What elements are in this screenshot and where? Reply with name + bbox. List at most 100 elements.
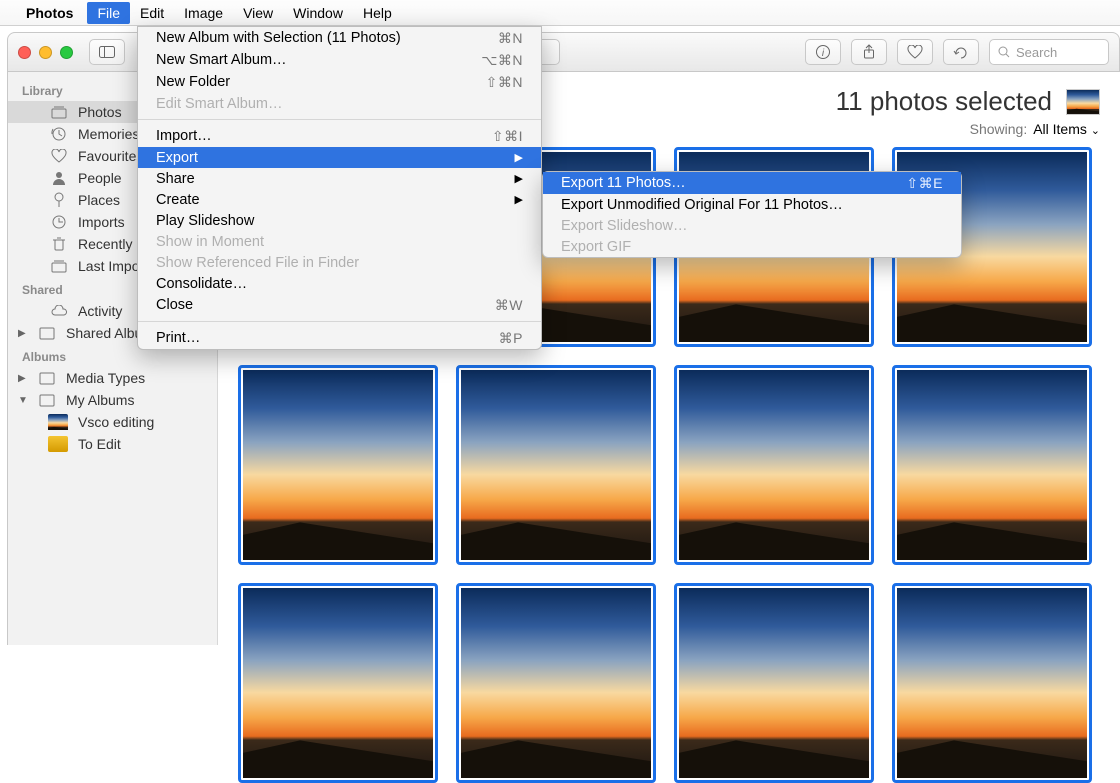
sidebar-item-label: Activity [78,303,122,319]
submenu-arrow-icon: ▶ [515,172,523,185]
menu-item-label: Show Referenced File in Finder [156,255,359,271]
menu-item-export-11-photos[interactable]: Export 11 Photos…⇧⌘E [543,172,961,194]
page-title: 11 photos selected [836,86,1052,117]
sidebar-item-label: Vsco editing [78,414,154,430]
chevron-down-icon: ⌄ [1091,125,1100,137]
menu-item-new-folder[interactable]: New Folder⇧⌘N [138,71,541,93]
showing-filter[interactable]: All Items ⌄ [1033,121,1100,137]
menu-view[interactable]: View [233,2,283,24]
sidebar-item-label: Media Types [66,370,145,386]
menu-item-new-smart-album[interactable]: New Smart Album…⌥⌘N [138,49,541,71]
clock-icon [50,126,68,142]
sidebar-item-my-albums[interactable]: ▼My Albums [8,389,217,411]
person-icon [50,170,68,186]
menu-help[interactable]: Help [353,2,402,24]
selection-thumbnail [1066,89,1100,115]
menu-edit[interactable]: Edit [130,2,174,24]
sidebar-item-media-types[interactable]: ▶Media Types [8,367,217,389]
album-icon [38,371,56,385]
menu-item-show-referenced-file-in-finder: Show Referenced File in Finder [138,252,541,273]
submenu-arrow-icon: ▶ [515,193,523,206]
sidebar-item-label: Imports [78,214,125,230]
svg-text:i: i [822,48,825,59]
album-icon [38,393,56,407]
menu-item-label: Show in Moment [156,234,264,250]
pin-icon [50,192,68,208]
sidebar-item-label: Favourites [78,148,143,164]
window-controls [18,46,73,59]
menu-file[interactable]: File [87,2,130,24]
photo-tile[interactable] [892,365,1092,565]
album-icon [38,326,56,340]
stack2-icon [50,259,68,273]
menu-item-export-gif: Export GIF [543,236,961,257]
info-button[interactable]: i [805,39,841,65]
showing-label: Showing: [970,121,1028,137]
menu-item-export-unmodified-original-for-11-photos[interactable]: Export Unmodified Original For 11 Photos… [543,194,961,215]
sidebar-item-to-edit[interactable]: To Edit [8,433,217,455]
rotate-button[interactable] [943,39,979,65]
close-window-button[interactable] [18,46,31,59]
menu-item-label: New Album with Selection (11 Photos) [156,30,401,46]
sidebar-item-label: Last Impor [78,258,144,274]
menu-item-close[interactable]: Close⌘W [138,294,541,316]
menu-item-export[interactable]: Export▶ [138,147,541,168]
heart-icon [50,149,68,163]
photo-tile[interactable] [456,365,656,565]
search-icon [998,46,1010,58]
trash-icon [50,236,68,252]
menu-item-import[interactable]: Import…⇧⌘I [138,125,541,147]
photo-tile[interactable] [674,365,874,565]
menu-item-consolidate[interactable]: Consolidate… [138,273,541,294]
minimize-window-button[interactable] [39,46,52,59]
menu-item-edit-smart-album: Edit Smart Album… [138,93,541,114]
sidebar-item-label: My Albums [66,392,134,408]
photo-tile[interactable] [892,583,1092,783]
file-menu-dropdown: New Album with Selection (11 Photos)⌘NNe… [137,26,542,350]
menu-item-label: New Folder [156,74,230,90]
stack-icon [50,105,68,119]
photo-tile[interactable] [456,583,656,783]
zoom-window-button[interactable] [60,46,73,59]
menu-item-label: Create [156,192,200,208]
export-submenu-dropdown: Export 11 Photos…⇧⌘E Export Unmodified Or… [542,171,962,258]
sidebar-item-label: To Edit [78,436,121,452]
menu-item-show-in-moment: Show in Moment [138,231,541,252]
sidebar-item-vsco-editing[interactable]: Vsco editing [8,411,217,433]
menu-item-label: Export GIF [561,239,631,255]
menu-item-label: New Smart Album… [156,52,287,68]
photo-tile[interactable] [238,583,438,783]
app-name[interactable]: Photos [26,5,73,21]
menu-item-create[interactable]: Create ▶ [138,189,541,210]
menu-item-print[interactable]: Print…⌘P [138,327,541,349]
album-thumb-icon [48,436,68,452]
menu-item-label: Consolidate… [156,276,247,292]
menu-item-new-album-with-selection-11-photos[interactable]: New Album with Selection (11 Photos)⌘N [138,27,541,49]
menu-item-label: Export Slideshow… [561,218,688,234]
menu-item-label: Edit Smart Album… [156,96,283,112]
menu-item-label: Export [156,150,198,166]
menu-item-share[interactable]: Share▶ [138,168,541,189]
menu-item-label: Play Slideshow [156,213,254,229]
sidebar-item-label: Photos [78,104,122,120]
favourite-button[interactable] [897,39,933,65]
sidebar-toggle-button[interactable] [89,39,125,65]
menu-item-label: Import… [156,128,212,144]
search-field[interactable]: Search [989,39,1109,65]
menu-item-export-slideshow: Export Slideshow… [543,215,961,236]
clock2-icon [50,214,68,230]
menu-item-label: Print… [156,330,200,346]
photo-tile[interactable] [674,583,874,783]
menu-item-label: Export 11 Photos… [561,175,686,191]
search-placeholder: Search [1016,45,1057,60]
menu-window[interactable]: Window [283,2,353,24]
share-button[interactable] [851,39,887,65]
sidebar-item-label: Memories [78,126,139,142]
sidebar-item-label: People [78,170,122,186]
photo-tile[interactable] [238,365,438,565]
menu-image[interactable]: Image [174,2,233,24]
menu-item-label: Export Unmodified Original For 11 Photos… [561,197,843,213]
system-menubar: Photos File Edit Image View Window Help [0,0,1120,26]
menu-item-play-slideshow[interactable]: Play Slideshow [138,210,541,231]
sidebar-item-label: Places [78,192,120,208]
